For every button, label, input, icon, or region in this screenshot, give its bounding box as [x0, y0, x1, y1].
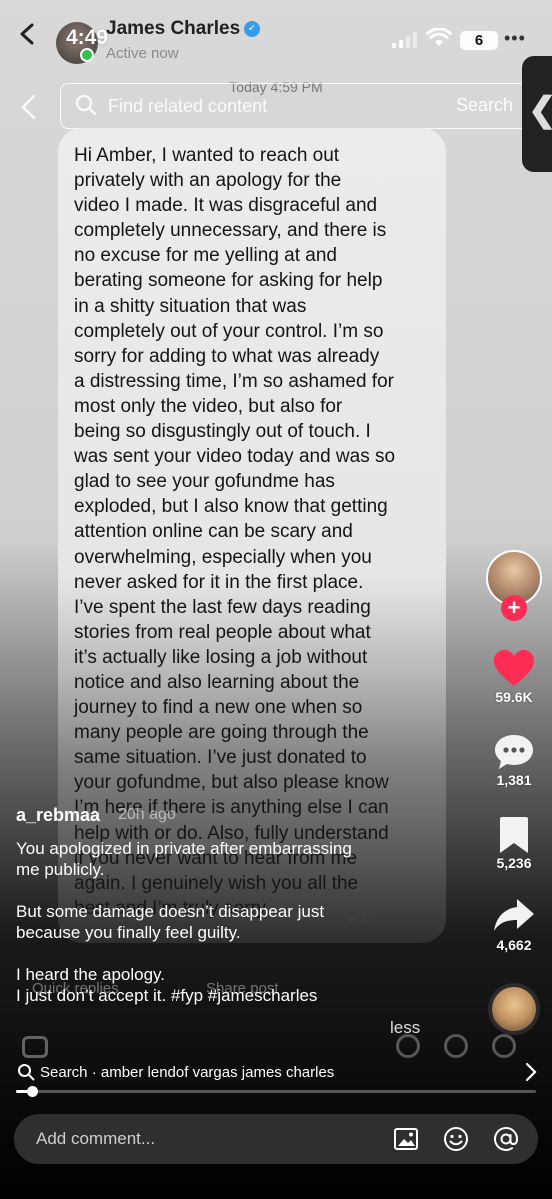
search-input[interactable] — [108, 94, 428, 118]
chevron-right-icon[interactable] — [524, 1061, 538, 1083]
image-icon[interactable] — [392, 1125, 420, 1153]
search-button[interactable]: Search — [456, 95, 513, 116]
emoji-icon[interactable] — [442, 1125, 470, 1153]
comment-icon[interactable] — [492, 732, 536, 772]
video-progress-handle[interactable] — [27, 1086, 38, 1097]
mention-icon[interactable] — [492, 1125, 520, 1153]
like-count: 59.6K — [495, 689, 533, 705]
back-icon[interactable] — [14, 92, 42, 122]
mic-ghost-icon — [492, 1034, 516, 1058]
bookmark-icon[interactable] — [492, 815, 536, 855]
share-count: 4,662 — [496, 937, 532, 953]
battery-indicator: 6 — [460, 31, 498, 50]
dm-contact-name: James Charles — [106, 18, 241, 39]
video-progress-track[interactable] — [16, 1090, 536, 1093]
wifi-icon — [426, 28, 452, 46]
signal-icon — [392, 32, 417, 48]
comment-count: 1,381 — [496, 772, 532, 788]
camera-icon — [22, 1036, 48, 1058]
dm-back-icon — [20, 23, 34, 45]
sound-disc[interactable] — [488, 983, 540, 1035]
heart-icon[interactable] — [492, 648, 536, 688]
dm-active-status: Active now — [106, 45, 179, 62]
follow-button[interactable]: + — [501, 595, 527, 621]
post-time: 20h ago — [118, 806, 176, 823]
verified-icon: ✓ — [244, 21, 260, 37]
save-count: 5,236 — [496, 855, 532, 871]
search-icon — [75, 94, 97, 116]
post-caption: You apologized in private after embarras… — [16, 839, 352, 1005]
share-icon[interactable] — [492, 896, 536, 936]
online-indicator — [80, 48, 94, 62]
sticker-ghost-icon — [444, 1034, 468, 1058]
status-time: 4:49 — [66, 26, 109, 49]
post-username[interactable]: a_rebmaa — [16, 805, 100, 826]
caption-less-button[interactable]: less — [390, 1018, 420, 1038]
more-icon[interactable]: ••• — [504, 28, 534, 48]
message-text: Hi Amber, I wanted to reach out privatel… — [74, 145, 396, 919]
comment-input[interactable] — [36, 1127, 336, 1151]
side-panel-icon: ❮ — [528, 90, 552, 130]
search-suggestion-text[interactable]: Search · amber lendof vargas james charl… — [40, 1064, 334, 1081]
search-icon — [18, 1064, 35, 1081]
